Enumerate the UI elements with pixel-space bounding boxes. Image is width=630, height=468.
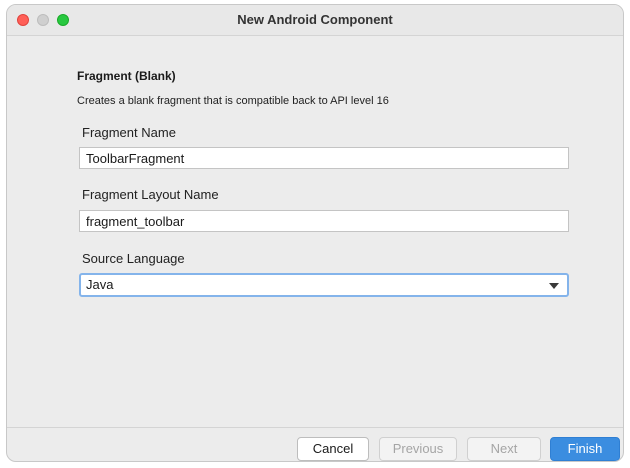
source-language-label: Source Language xyxy=(82,251,185,266)
footer-divider xyxy=(7,427,623,428)
layout-name-field[interactable]: fragment_toolbar xyxy=(79,210,569,232)
previous-button[interactable]: Previous xyxy=(379,437,457,461)
fragment-name-label: Fragment Name xyxy=(82,125,176,140)
cancel-button[interactable]: Cancel xyxy=(297,437,369,461)
layout-name-label: Fragment Layout Name xyxy=(82,187,219,202)
layout-name-value: fragment_toolbar xyxy=(86,214,185,229)
component-description: Creates a blank fragment that is compati… xyxy=(77,95,389,107)
dialog-window: New Android Component Fragment (Blank) C… xyxy=(6,4,624,462)
window-title: New Android Component xyxy=(237,12,393,27)
component-heading: Fragment (Blank) xyxy=(77,69,176,83)
finish-button[interactable]: Finish xyxy=(550,437,620,461)
next-button[interactable]: Next xyxy=(467,437,541,461)
source-language-select[interactable]: Java xyxy=(79,273,569,297)
fragment-name-value: ToolbarFragment xyxy=(86,151,185,166)
fragment-name-field[interactable]: ToolbarFragment xyxy=(79,147,569,169)
chevron-down-icon xyxy=(549,283,559,289)
source-language-value: Java xyxy=(86,277,114,292)
title-bar: New Android Component xyxy=(7,5,623,36)
